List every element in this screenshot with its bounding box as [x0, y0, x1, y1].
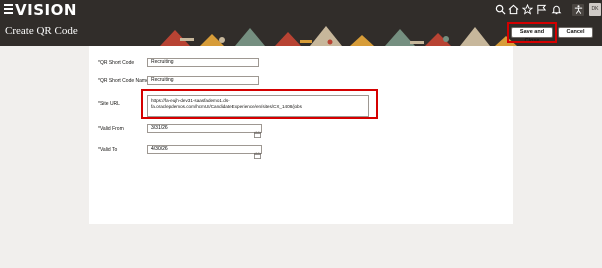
- save-button-highlight: [507, 22, 557, 43]
- valid-to-label: *Valid To: [98, 147, 118, 153]
- site-url-highlight: [141, 89, 378, 119]
- qr-short-code-input[interactable]: Recruiting: [147, 58, 259, 67]
- qr-short-code-label: *QR Short Code: [98, 60, 135, 66]
- user-avatar[interactable]: DK: [589, 3, 601, 16]
- bell-icon[interactable]: [550, 4, 562, 16]
- qr-short-code-name-label: *QR Short Code Name: [98, 78, 149, 84]
- page-title: Create QR Code: [5, 25, 78, 37]
- valid-to-input[interactable]: 4/30/26: [147, 145, 262, 154]
- menu-icon[interactable]: [4, 4, 13, 15]
- valid-from-label: *Valid From: [98, 126, 124, 132]
- global-header: VISION DK: [0, 0, 602, 20]
- home-icon[interactable]: [507, 4, 519, 16]
- accessibility-icon[interactable]: [572, 4, 584, 16]
- cancel-button[interactable]: Cancel: [558, 27, 593, 38]
- site-url-label: *Site URL: [98, 101, 120, 107]
- calendar-icon[interactable]: [254, 146, 261, 159]
- flag-icon[interactable]: [535, 4, 547, 16]
- app-logo[interactable]: VISION: [15, 1, 77, 19]
- form-card: [89, 46, 513, 224]
- qr-short-code-name-input[interactable]: Recruiting: [147, 76, 259, 85]
- star-icon[interactable]: [521, 3, 533, 16]
- calendar-icon[interactable]: [254, 125, 261, 138]
- valid-from-input[interactable]: 3/31/26: [147, 124, 262, 133]
- search-icon[interactable]: [494, 4, 506, 16]
